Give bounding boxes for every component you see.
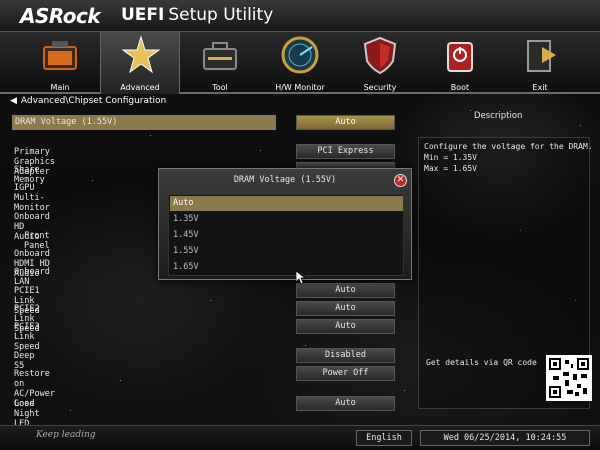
breadcrumb-path: Advanced\Chipset Configuration: [20, 96, 167, 106]
dialog-option-1-35v[interactable]: 1.35V: [170, 212, 403, 227]
menu-hw-monitor-label: H/W Monitor: [275, 83, 325, 92]
brand-logo: ASRock: [20, 4, 101, 28]
app-title-bold: UEFI: [121, 5, 165, 25]
description-line: Configure the voltage for the DRAM.: [424, 142, 593, 151]
setting-pcie1-link-speed-value[interactable]: Auto: [296, 283, 395, 298]
dialog-option-1-65v[interactable]: 1.65V: [170, 260, 403, 275]
description-line: Max = 1.65V: [424, 164, 477, 173]
mouse-cursor-icon: [296, 271, 306, 285]
menu-security-label: Security: [363, 83, 397, 92]
language-button[interactable]: English: [356, 430, 412, 446]
main-menu-bar: Main Advanced Tool H/W Monitor Security: [0, 32, 600, 94]
menu-advanced[interactable]: Advanced: [100, 32, 180, 94]
setting-pcie2-link-speed-value[interactable]: Auto: [296, 301, 395, 316]
setting-deep-s5-value[interactable]: Disabled: [296, 348, 395, 363]
setting-dram-voltage-value[interactable]: Auto: [296, 115, 395, 130]
breadcrumb: ◀ Advanced\Chipset Configuration: [10, 96, 166, 106]
dialog-option-list: Auto 1.35V 1.45V 1.55V 1.65V: [168, 194, 404, 276]
close-icon[interactable]: ✕: [394, 174, 407, 187]
menu-boot-label: Boot: [450, 83, 470, 92]
description-line: Min = 1.35V: [424, 153, 477, 162]
dram-voltage-dialog: DRAM Voltage (1.55V) ✕ Auto 1.35V 1.45V …: [158, 168, 412, 280]
dialog-option-1-55v[interactable]: 1.55V: [170, 244, 403, 259]
menu-boot[interactable]: Boot: [420, 32, 500, 94]
setting-pcie3-link-speed-value[interactable]: Auto: [296, 319, 395, 334]
qr-label: Get details via QR code: [426, 358, 537, 367]
menu-advanced-label: Advanced: [120, 83, 160, 92]
setting-onboard-lan-label[interactable]: Onboard LAN: [14, 267, 50, 287]
security-icon: [363, 36, 397, 75]
app-title-rest: Setup Utility: [168, 5, 274, 25]
menu-security[interactable]: Security: [340, 32, 420, 94]
hw-monitor-icon: [281, 36, 319, 74]
dialog-option-1-45v[interactable]: 1.45V: [170, 228, 403, 243]
menu-tool-label: Tool: [212, 83, 228, 92]
boot-icon: [447, 42, 473, 72]
dialog-title: DRAM Voltage (1.55V): [233, 175, 337, 185]
setting-primary-graphics-value[interactable]: PCI Express: [296, 144, 395, 159]
menu-exit[interactable]: Exit: [500, 32, 580, 94]
qr-code-icon[interactable]: [546, 355, 592, 401]
menu-hw-monitor[interactable]: H/W Monitor: [260, 32, 340, 94]
app-title: UEFI Setup Utility: [121, 5, 273, 25]
menu-main-label: Main: [50, 83, 70, 92]
setting-dram-voltage-label[interactable]: DRAM Voltage (1.55V): [12, 115, 276, 130]
menu-tool[interactable]: Tool: [180, 32, 260, 94]
description-title: Description: [474, 111, 523, 121]
footer-tagline: Keep leading: [36, 430, 96, 440]
setting-deep-s5-label[interactable]: Deep S5: [14, 351, 34, 371]
datetime-display[interactable]: Wed 06/25/2014, 10:24:55: [420, 430, 590, 446]
main-icon: [43, 41, 77, 70]
back-arrow-icon[interactable]: ◀: [10, 96, 17, 106]
advanced-icon: [121, 35, 161, 74]
setting-share-memory-label[interactable]: Share Memory: [14, 165, 45, 185]
menu-exit-label: Exit: [532, 83, 548, 92]
setting-good-night-led-value[interactable]: Auto: [296, 396, 395, 411]
exit-icon: [527, 40, 556, 72]
setting-restore-ac-power-value[interactable]: Power Off: [296, 366, 395, 381]
tool-icon: [203, 42, 237, 70]
setting-front-panel-label[interactable]: Front Panel: [24, 231, 50, 251]
menu-main[interactable]: Main: [20, 32, 100, 94]
setting-igpu-multi-monitor-label[interactable]: IGPU Multi-Monitor: [14, 183, 50, 213]
setting-pcie3-link-speed-label[interactable]: PCIE3 Link Speed: [14, 322, 40, 352]
dialog-option-auto[interactable]: Auto: [170, 196, 403, 211]
title-bar: ASRock UEFI Setup Utility: [0, 0, 600, 32]
